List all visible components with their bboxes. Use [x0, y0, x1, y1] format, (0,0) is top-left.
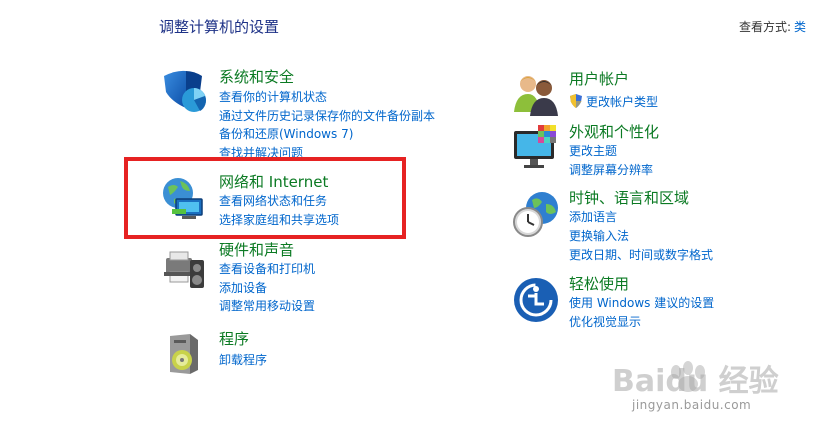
link-optimize-display[interactable]: 优化视觉显示 — [569, 315, 641, 330]
category-title-programs[interactable]: 程序 — [219, 330, 249, 348]
uac-shield-icon — [570, 94, 582, 108]
link-screen-resolution[interactable]: 调整屏幕分辨率 — [569, 163, 653, 178]
link-change-theme[interactable]: 更改主题 — [569, 144, 617, 159]
link-change-account-type-label: 更改帐户类型 — [586, 95, 659, 109]
link-view-computer-status[interactable]: 查看你的计算机状态 — [219, 90, 327, 105]
link-devices-printers[interactable]: 查看设备和打印机 — [219, 262, 315, 277]
category-title-system-security[interactable]: 系统和安全 — [219, 68, 294, 86]
link-uninstall-program[interactable]: 卸载程序 — [219, 353, 267, 368]
link-change-account-type[interactable]: 更改帐户类型 — [569, 94, 658, 110]
ease-of-access-icon — [514, 278, 558, 322]
view-by-dropdown[interactable]: 类 — [794, 20, 806, 34]
programs-disc-icon — [170, 334, 198, 374]
link-add-language[interactable]: 添加语言 — [569, 210, 617, 225]
highlight-box — [124, 157, 406, 239]
category-title-hardware-sound[interactable]: 硬件和声音 — [219, 241, 294, 259]
category-title-ease-of-access[interactable]: 轻松使用 — [569, 275, 629, 293]
clock-globe-icon — [513, 192, 558, 237]
category-title-appearance[interactable]: 外观和个性化 — [569, 123, 659, 141]
control-panel-page: 调整计算机的设置 查看方式: 类 系统和安全 查看你的计算机状态 通过文件历史记录… — [0, 0, 819, 436]
printer-speaker-icon — [164, 251, 204, 288]
link-mobility-settings[interactable]: 调整常用移动设置 — [219, 299, 315, 314]
view-by: 查看方式: 类 — [739, 18, 806, 35]
page-title: 调整计算机的设置 — [159, 18, 280, 36]
users-icon — [514, 76, 558, 116]
link-backup-restore[interactable]: 备份和还原(Windows 7) — [219, 127, 353, 142]
monitor-palette-icon — [514, 125, 556, 168]
watermark-url: jingyan.baidu.com — [632, 398, 752, 412]
category-title-clock-region[interactable]: 时钟、语言和区域 — [569, 189, 689, 207]
link-recommended-settings[interactable]: 使用 Windows 建议的设置 — [569, 296, 714, 311]
watermark-logo: Baidu 经验 — [612, 364, 779, 399]
link-add-device[interactable]: 添加设备 — [219, 281, 267, 296]
view-by-label: 查看方式: — [739, 20, 792, 34]
category-title-user-accounts[interactable]: 用户帐户 — [569, 70, 629, 88]
link-date-time-format[interactable]: 更改日期、时间或数字格式 — [569, 248, 713, 263]
link-change-input-method[interactable]: 更换输入法 — [569, 229, 629, 244]
shield-icon — [164, 70, 206, 112]
link-file-history-backup[interactable]: 通过文件历史记录保存你的文件备份副本 — [219, 109, 435, 124]
